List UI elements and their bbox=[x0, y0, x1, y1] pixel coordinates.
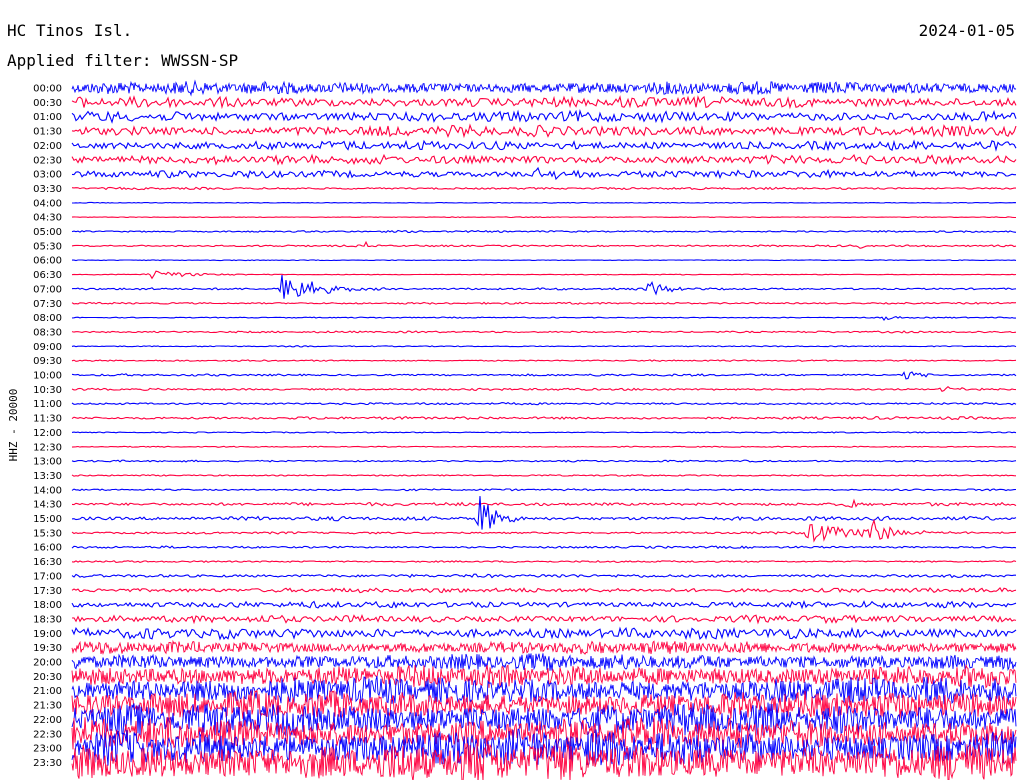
trace-row bbox=[71, 359, 1017, 363]
trace-row bbox=[71, 560, 1017, 564]
trace-row bbox=[71, 240, 1017, 249]
trace-row bbox=[71, 614, 1017, 625]
trace-row bbox=[71, 626, 1017, 641]
seismogram-plot: HHZ - 20000 00:00 00:30 01:00 01:30 02:00 02:… bbox=[7, 79, 1017, 780]
trace-row bbox=[71, 153, 1017, 166]
trace-row bbox=[71, 587, 1017, 594]
trace-row bbox=[71, 166, 1016, 181]
time-label: 02:00 bbox=[33, 141, 62, 152]
time-label: 19:00 bbox=[33, 629, 62, 640]
time-label: 14:30 bbox=[33, 500, 62, 511]
time-label: 04:00 bbox=[33, 198, 62, 209]
time-label: 22:30 bbox=[33, 729, 62, 740]
trace-row bbox=[71, 315, 1016, 321]
trace-row bbox=[71, 109, 1017, 124]
time-label: 17:00 bbox=[33, 571, 62, 582]
time-label: 01:00 bbox=[33, 112, 62, 123]
time-label: 08:00 bbox=[33, 313, 62, 324]
trace-row bbox=[71, 229, 1017, 234]
trace-row bbox=[71, 474, 1017, 477]
time-label: 16:00 bbox=[33, 543, 62, 554]
trace-row bbox=[71, 459, 1017, 463]
trace-row bbox=[72, 201, 1017, 204]
time-label: 09:00 bbox=[33, 342, 62, 353]
time-label: 06:30 bbox=[33, 270, 62, 281]
time-label: 12:00 bbox=[33, 428, 62, 439]
time-label: 06:00 bbox=[33, 256, 62, 267]
time-label: 20:30 bbox=[33, 672, 62, 683]
trace-row bbox=[71, 401, 1017, 406]
trace-row bbox=[71, 431, 1017, 434]
trace-row bbox=[71, 545, 1017, 549]
trace-row bbox=[71, 488, 1017, 492]
time-label: 08:30 bbox=[33, 327, 62, 338]
time-label: 03:00 bbox=[33, 170, 62, 181]
time-label: 07:30 bbox=[33, 299, 62, 310]
time-label: 00:00 bbox=[33, 84, 62, 95]
trace-row bbox=[71, 371, 1017, 380]
trace-row bbox=[71, 123, 1017, 139]
trace-row bbox=[71, 639, 1017, 656]
trace-row bbox=[71, 275, 1017, 299]
time-label: 18:00 bbox=[33, 600, 62, 611]
traces bbox=[71, 79, 1017, 780]
time-label: 10:30 bbox=[33, 385, 62, 396]
trace-row bbox=[71, 385, 1017, 392]
trace-row bbox=[71, 345, 1017, 348]
time-labels: 00:00 00:30 01:00 01:30 02:00 02:30 03:00 03:30… bbox=[33, 84, 62, 769]
time-label: 13:30 bbox=[33, 471, 62, 482]
trace-row bbox=[71, 600, 1017, 610]
trace-row bbox=[71, 301, 1017, 305]
trace-row bbox=[71, 186, 1016, 191]
time-label: 01:30 bbox=[33, 127, 62, 138]
time-label: 11:00 bbox=[33, 399, 62, 410]
trace-row bbox=[71, 139, 1017, 152]
trace-row bbox=[72, 259, 1017, 262]
time-label: 15:00 bbox=[33, 514, 62, 525]
trace-row bbox=[71, 95, 1017, 110]
time-label: 15:30 bbox=[33, 528, 62, 539]
time-label: 13:00 bbox=[33, 457, 62, 468]
trace-row bbox=[71, 415, 1017, 421]
time-label: 02:30 bbox=[33, 155, 62, 166]
time-label: 03:30 bbox=[33, 184, 62, 195]
time-label: 07:00 bbox=[33, 284, 62, 295]
time-label: 23:00 bbox=[33, 744, 62, 755]
time-label: 18:30 bbox=[33, 614, 62, 625]
time-label: 05:30 bbox=[33, 241, 62, 252]
trace-row bbox=[71, 270, 1017, 280]
time-label: 16:30 bbox=[33, 557, 62, 568]
time-label: 20:00 bbox=[33, 658, 62, 669]
time-label: 21:30 bbox=[33, 701, 62, 712]
trace-row bbox=[71, 498, 1017, 508]
time-label: 05:00 bbox=[33, 227, 62, 238]
time-label: 11:30 bbox=[33, 414, 62, 425]
time-label: 04:30 bbox=[33, 213, 62, 224]
trace-row bbox=[71, 653, 1017, 672]
time-label: 23:30 bbox=[33, 758, 62, 769]
trace-row bbox=[71, 518, 1017, 543]
time-label: 19:30 bbox=[33, 643, 62, 654]
trace-row bbox=[71, 330, 1017, 334]
time-label: 09:30 bbox=[33, 356, 62, 367]
trace-row bbox=[71, 573, 1016, 579]
trace-row bbox=[71, 445, 1016, 448]
time-label: 17:30 bbox=[33, 586, 62, 597]
time-label: 22:00 bbox=[33, 715, 62, 726]
channel-label: HHZ - 20000 bbox=[7, 389, 20, 462]
time-label: 10:00 bbox=[33, 371, 62, 382]
time-label: 00:30 bbox=[33, 98, 62, 109]
time-label: 12:30 bbox=[33, 442, 62, 453]
trace-row bbox=[71, 216, 1016, 219]
trace-row bbox=[71, 79, 1017, 97]
time-label: 21:00 bbox=[33, 686, 62, 697]
time-label: 14:00 bbox=[33, 485, 62, 496]
